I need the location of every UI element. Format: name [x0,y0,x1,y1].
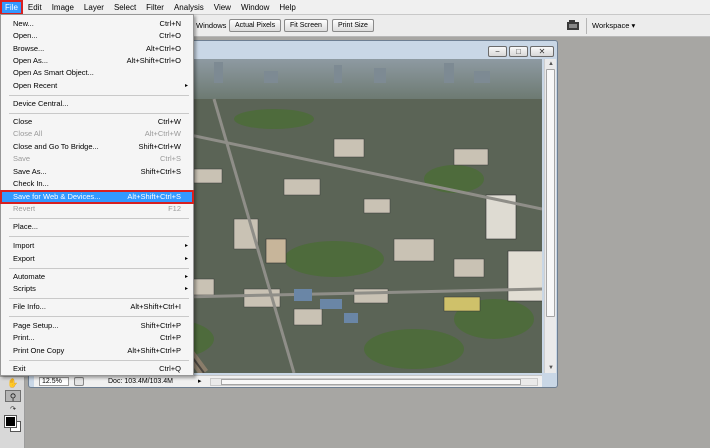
submenu-arrow-icon: ▸ [184,274,188,280]
menu-file-info[interactable]: File Info... Alt+Shift+Ctrl+I [1,301,193,313]
menu-new[interactable]: New... Ctrl+N [1,18,193,30]
submenu-arrow-icon: ▸ [184,83,188,89]
menu-open-as-smart-object[interactable]: Open As Smart Object... [1,67,193,79]
menu-revert: Revert F12 [13,204,181,213]
close-icon: ✕ [538,47,546,56]
minimize-icon: − [495,47,500,56]
menu-import[interactable]: Import ▸ [1,240,193,252]
file-menu-dropdown: New... Ctrl+N Open... Ctrl+O Browse... Alt+… [0,14,194,376]
status-info-icon[interactable] [74,377,84,386]
document-status-bar: 12.5% Doc: 103.4M/103.4M ▸ [34,375,542,387]
menu-scripts[interactable]: Scripts ▸ [1,283,193,295]
print-size-button[interactable]: Print Size [332,19,374,32]
actual-pixels-button[interactable]: Actual Pixels [229,19,282,32]
foreground-color-swatch[interactable] [4,415,17,428]
menu-save: Save Ctrl+S [13,154,181,163]
zoom-tool-icon[interactable]: ⚲ [5,390,21,402]
menu-browse[interactable]: Browse... Alt+Ctrl+O [1,43,193,55]
vertical-scrollbar[interactable]: ▲ ▼ [544,59,556,373]
menu-export[interactable]: Export ▸ [1,253,193,265]
menu-separator [9,218,189,219]
minimize-button[interactable]: − [488,46,507,57]
menu-save-for-web[interactable]: Save for Web & Devices... Alt+Shift+Ctrl+… [0,190,194,204]
menu-view[interactable]: View [209,0,236,15]
fit-screen-button[interactable]: Fit Screen [284,19,328,32]
panel-dock-icon[interactable] [566,19,580,31]
horizontal-scrollbar[interactable] [210,378,538,386]
menu-print-one-copy[interactable]: Print One Copy Alt+Shift+Ctrl+P [1,345,193,357]
horizontal-scroll-thumb[interactable] [221,379,521,385]
menu-bar: File Edit Image Layer Select Filter Anal… [0,0,710,15]
menu-check-in[interactable]: Check In... [1,178,193,190]
menu-select[interactable]: Select [109,0,141,15]
menu-image[interactable]: Image [47,0,79,15]
close-button[interactable]: ✕ [530,46,554,57]
menu-separator [9,360,189,361]
tools-panel: ✋ ⚲ ↷ [0,377,25,448]
options-divider [586,18,587,34]
menu-separator [9,113,189,114]
menu-close-all: Close All Alt+Ctrl+W [13,129,181,138]
maximize-icon: □ [516,47,521,56]
hand-tool-icon[interactable]: ✋ [5,377,21,389]
submenu-arrow-icon: ▸ [184,286,188,292]
menu-separator [9,316,189,317]
menu-open-recent[interactable]: Open Recent ▸ [1,80,193,92]
menu-separator [9,236,189,237]
menu-layer[interactable]: Layer [79,0,109,15]
menu-edit[interactable]: Edit [23,0,47,15]
menu-separator [9,95,189,96]
status-menu-arrow-icon[interactable]: ▸ [198,377,202,386]
vertical-scroll-thumb[interactable] [546,69,555,317]
maximize-button[interactable]: □ [509,46,528,57]
menu-separator [9,268,189,269]
menu-exit[interactable]: Exit Ctrl+Q [1,363,193,375]
menu-close-and-go-to-bridge[interactable]: Close and Go To Bridge... Shift+Ctrl+W [1,141,193,153]
menu-filter[interactable]: Filter [141,0,169,15]
scroll-down-icon[interactable]: ▼ [547,364,555,372]
menu-place[interactable]: Place... [1,221,193,233]
menu-open[interactable]: Open... Ctrl+O [1,30,193,42]
menu-separator [9,298,189,299]
submenu-arrow-icon: ▸ [184,243,188,249]
submenu-arrow-icon: ▸ [184,256,188,262]
menu-file[interactable]: File [0,0,23,15]
zoom-field[interactable]: 12.5% [39,377,69,386]
menu-close[interactable]: Close Ctrl+W [1,116,193,128]
menu-save-as[interactable]: Save As... Shift+Ctrl+S [1,166,193,178]
menu-open-as[interactable]: Open As... Alt+Shift+Ctrl+O [1,55,193,67]
doc-size-label: Doc: 103.4M/103.4M [108,378,173,385]
swap-colors-icon[interactable]: ↷ [5,404,21,416]
menu-window[interactable]: Window [236,0,274,15]
menu-analysis[interactable]: Analysis [169,0,209,15]
menu-print[interactable]: Print... Ctrl+P [1,332,193,344]
all-windows-label: Windows [196,21,227,30]
scroll-up-icon[interactable]: ▲ [547,60,555,68]
menu-help[interactable]: Help [274,0,300,15]
menu-page-setup[interactable]: Page Setup... Shift+Ctrl+P [1,320,193,332]
menu-device-central[interactable]: Device Central... [1,98,193,110]
menu-automate[interactable]: Automate ▸ [1,271,193,283]
workspace-dropdown[interactable]: Workspace ▾ [592,21,635,30]
